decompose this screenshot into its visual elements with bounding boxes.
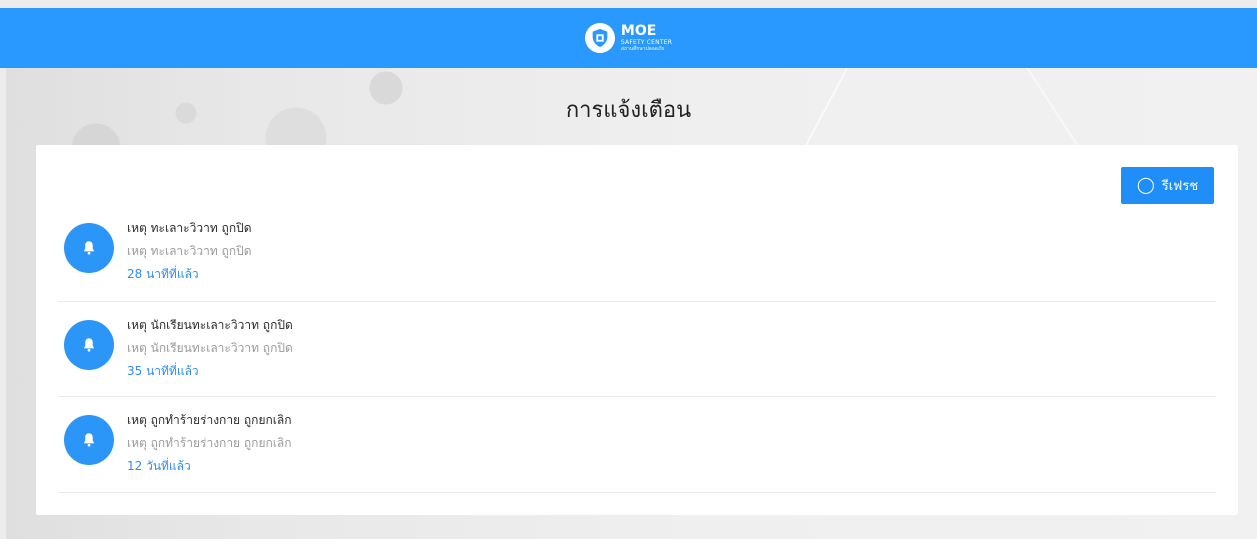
notification-title: เหตุ นักเรียนทะเลาะวิวาท ถูกปิด (127, 318, 293, 332)
notification-time: 35 นาทีที่แล้ว (127, 364, 199, 378)
notification-subtitle: เหตุ ทะเลาะวิวาท ถูกปิด (127, 244, 252, 258)
notification-item[interactable]: เหตุ ทะเลาะวิวาท ถูกปิด เหตุ ทะเลาะวิวาท… (58, 205, 1216, 302)
refresh-button[interactable]: ◯ รีเฟรช (1121, 167, 1214, 204)
notification-subtitle: เหตุ นักเรียนทะเลาะวิวาท ถูกปิด (127, 341, 293, 355)
logo-text: MOE SAFETY CENTER สถานศึกษาปลอดภัย (621, 24, 672, 52)
logo[interactable]: MOE SAFETY CENTER สถานศึกษาปลอดภัย (584, 23, 672, 53)
refresh-icon: ◯ (1136, 176, 1155, 194)
logo-title: MOE (620, 23, 657, 39)
refresh-label: รีเฟรช (1161, 178, 1199, 193)
notification-subtitle: เหตุ ถูกทำร้ายร่างกาย ถูกยกเลิก (127, 436, 292, 450)
notification-title: เหตุ ถูกทำร้ายร่างกาย ถูกยกเลิก (127, 413, 292, 427)
notification-time: 12 วันที่แล้ว (127, 459, 191, 473)
bell-icon (64, 415, 114, 465)
notifications-card: ◯ รีเฟรช เหตุ ทะเลาะวิวาท ถูกปิด เหตุ ทะ… (36, 145, 1238, 515)
logo-caption: สถานศึกษาปลอดภัย (620, 46, 665, 52)
notification-time: 28 นาทีที่แล้ว (127, 267, 199, 281)
page-title: การแจ้งเตือน (565, 98, 692, 123)
notification-item[interactable]: เหตุ นักเรียนทะเลาะวิวาท ถูกปิด เหตุ นัก… (58, 302, 1216, 397)
bell-icon (64, 320, 114, 370)
bell-icon (64, 223, 114, 273)
top-bar: MOE SAFETY CENTER สถานศึกษาปลอดภัย (0, 8, 1257, 68)
notification-title: เหตุ ทะเลาะวิวาท ถูกปิด (127, 221, 252, 235)
notification-list: เหตุ ทะเลาะวิวาท ถูกปิด เหตุ ทะเลาะวิวาท… (58, 205, 1216, 493)
notification-item[interactable]: เหตุ ถูกทำร้ายร่างกาย ถูกยกเลิก เหตุ ถูก… (58, 397, 1216, 493)
shield-building-icon (584, 23, 615, 53)
